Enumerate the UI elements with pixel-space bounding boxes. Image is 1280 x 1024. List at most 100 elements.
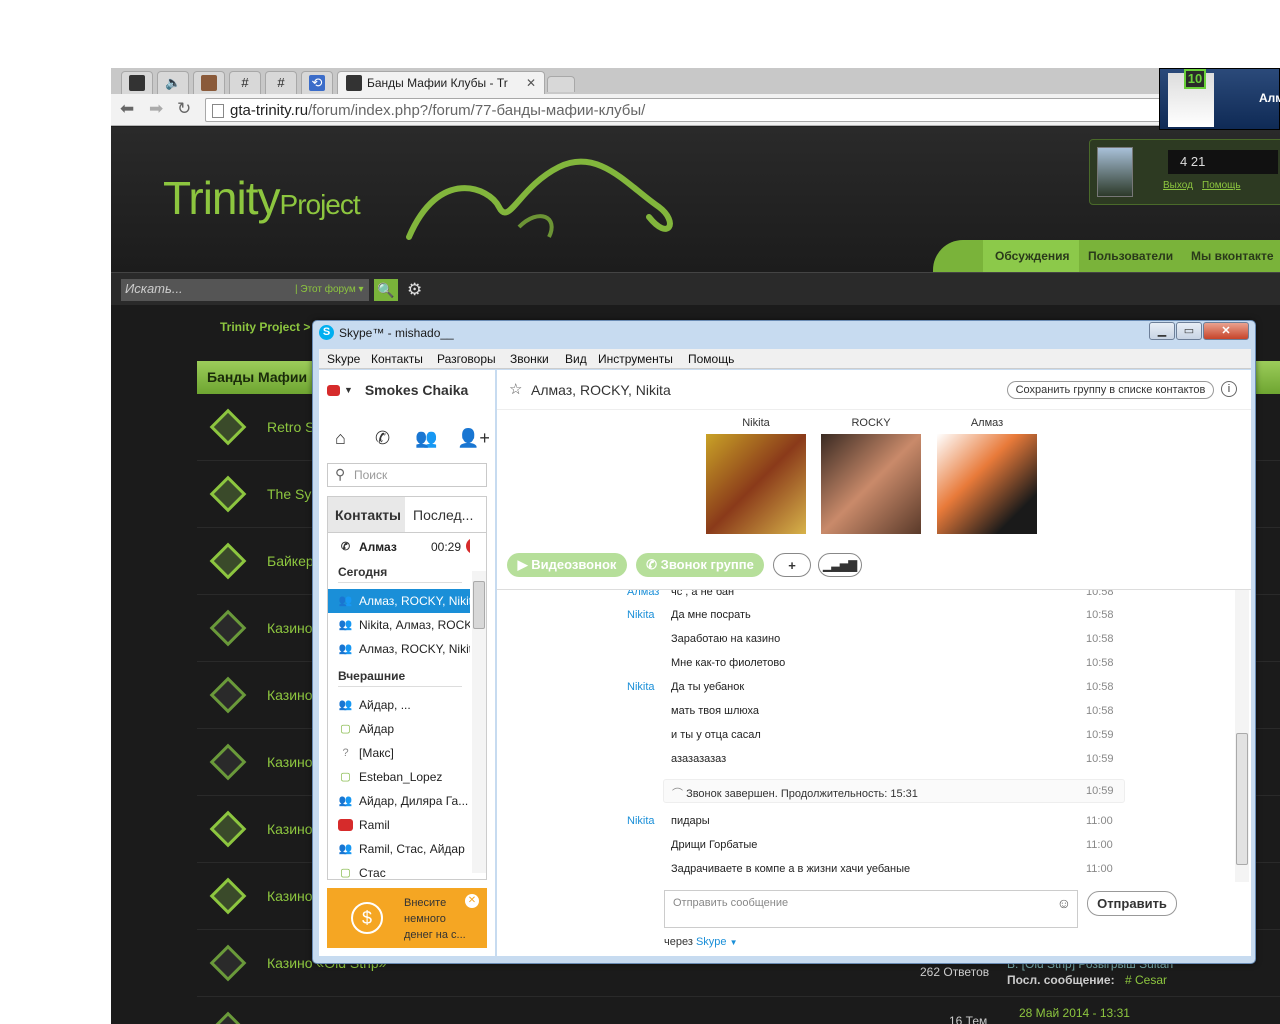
maximize-button[interactable]: ▭ [1176,322,1202,340]
back-icon[interactable]: ⬅ [120,100,134,118]
tab-recent[interactable]: Послед... [406,497,480,533]
search-input[interactable]: ⚲ Поиск [327,463,487,487]
nav-discussions[interactable]: Обсуждения [995,249,1070,263]
emoticon-icon[interactable]: ☺ [1057,895,1071,911]
tab-5[interactable]: # [265,71,297,94]
chevron-down-icon: ▼ [729,938,738,947]
site-logo[interactable]: TrinityProject [163,171,361,225]
menu-contacts[interactable]: Контакты [371,352,423,366]
list-item[interactable]: ▢ Стас [328,861,470,879]
forum-row-title[interactable]: Казино [267,620,313,636]
address-bar[interactable]: gta-trinity.ru/forum/index.php?/forum/77… [205,98,1280,122]
nav-users[interactable]: Пользователи [1088,249,1173,263]
list-item[interactable]: 👥 Ramil, Стас, Айдар [328,837,470,861]
list-item[interactable]: 👥 Nikita, Алмаз, ROCKY [328,613,470,637]
forum-row-title[interactable]: Казино [267,821,313,837]
save-group-button[interactable]: Сохранить группу в списке контактов [1007,381,1214,399]
close-icon[interactable]: ✕ [465,894,479,908]
list-item[interactable]: ▢ Esteban_Lopez [328,765,470,789]
list-item[interactable]: ▢ Айдар [328,717,470,741]
close-button[interactable]: ✕ [1203,322,1249,340]
send-button[interactable]: Отправить [1087,891,1177,916]
menu-help[interactable]: Помощь [688,352,734,366]
minimize-button[interactable]: ▁ [1149,322,1175,340]
gear-icon[interactable]: ⚙ [407,280,422,300]
list-item[interactable]: 👥 Алмаз, ROCKY, Nikita [328,589,470,613]
menu-calls[interactable]: Звонки [510,352,549,366]
participant-name: ROCKY [851,417,891,429]
tab-4[interactable]: # [229,71,261,94]
add-contact-icon[interactable]: 👤+ [457,428,490,449]
user-avatar[interactable] [1097,147,1133,197]
credit-promo[interactable]: $ Внесите немного денег на с... ✕ [327,888,487,948]
menu-conversations[interactable]: Разговоры [437,352,496,366]
forum-row-title[interactable]: The Sy [267,486,311,502]
menu-skype[interactable]: Skype [327,352,360,366]
active-call-item[interactable]: ✆ Алмаз 00:29 ✆ [328,535,470,559]
list-item-label: [Макс] [359,746,394,760]
new-tab-button[interactable] [547,76,575,92]
nav-vk[interactable]: Мы вконтакте [1191,249,1274,263]
breadcrumb-home[interactable]: Trinity Project [220,320,300,334]
help-link[interactable]: Помощь [1202,180,1241,191]
home-icon[interactable]: ⌂ [335,428,346,449]
group-icon[interactable]: 👥 [415,428,437,449]
user-counter[interactable]: 4 21 [1168,150,1278,174]
contact-list-scrollbar[interactable] [472,571,486,873]
scroll-thumb[interactable] [473,581,485,629]
phone-icon[interactable]: ✆ [375,428,390,449]
reload-icon[interactable]: ↻ [177,100,191,118]
menu-view[interactable]: Вид [565,352,587,366]
scroll-thumb[interactable] [1236,733,1248,865]
participant[interactable]: Nikita [706,417,806,534]
game-overlay: 10 Алм [1159,68,1280,130]
list-item[interactable]: 👥 Алмаз, ROCKY, Nikita [328,637,470,661]
forum-row-title[interactable]: Байкер [267,553,314,569]
list-item[interactable]: 👥 Айдар, Диляра Га... [328,789,470,813]
add-button[interactable]: + [773,553,811,577]
forum-row-title[interactable]: Retro S [267,419,314,435]
info-icon[interactable]: i [1221,381,1237,397]
forum-row-title[interactable]: Казино [267,687,313,703]
lastpost-user[interactable]: # Cesar [1125,973,1167,987]
list-item[interactable]: Ramil [328,813,470,837]
lastpost-date[interactable]: 28 Май 2014 - 13:31 [1019,1006,1130,1020]
breadcrumb[interactable]: Trinity Project > [220,320,310,334]
search-button[interactable]: 🔍 [374,279,398,301]
close-tab-icon[interactable]: ✕ [526,76,536,90]
hangup-icon[interactable]: ✆ [466,538,470,554]
forward-icon[interactable]: ➡ [149,100,163,118]
tab-active[interactable]: Банды Мафии Клубы - Tr ✕ [337,71,545,94]
menu-tools[interactable]: Инструменты [598,352,673,366]
search-scope-dropdown[interactable]: | Этот форум ▾ [295,284,364,295]
speaker-icon: 🔈 [165,75,182,90]
list-item[interactable]: 👥 Айдар, ... [328,693,470,717]
avatar-icon [201,75,217,91]
participant[interactable]: ROCKY [821,417,921,534]
participant-name: Nikita [742,417,770,429]
list-item[interactable]: ? [Макс] [328,741,470,765]
status-selector[interactable]: ▼ Smokes Chaika [327,382,468,398]
tab-1[interactable] [121,71,153,94]
star-icon[interactable]: ☆ [509,380,522,398]
forum-row-title[interactable]: Казино [267,888,313,904]
tab-contacts[interactable]: Контакты [328,497,405,533]
message-scrollbar[interactable] [1235,590,1249,882]
list-item-label: Esteban_Lopez [359,770,443,784]
topic-count: 16 Тем [949,1014,988,1024]
participant[interactable]: Алмаз [937,417,1037,534]
tab-2[interactable]: 🔈 [157,71,189,94]
logout-link[interactable]: Выход [1163,180,1193,191]
send-via[interactable]: через Skype ▼ [664,936,738,948]
message-input[interactable]: Отправить сообщение ☺ [664,890,1078,928]
video-call-button[interactable]: ▶ Видеозвонок [507,553,627,577]
tab-3[interactable] [193,71,225,94]
forum-row[interactable]: 16 Тем 28 Май 2014 - 13:31 [197,998,1280,1024]
group-call-button[interactable]: ✆ Звонок группе [636,553,764,577]
chevron-down-icon: ▼ [344,385,353,395]
tab-6[interactable]: ⟲ [301,71,333,94]
forum-row-title[interactable]: Казино [267,754,313,770]
signal-icon[interactable]: ▁▃▅▇ [818,553,862,577]
group-icon: 👥 [338,595,353,607]
message-time: 10:58 [1086,657,1114,669]
